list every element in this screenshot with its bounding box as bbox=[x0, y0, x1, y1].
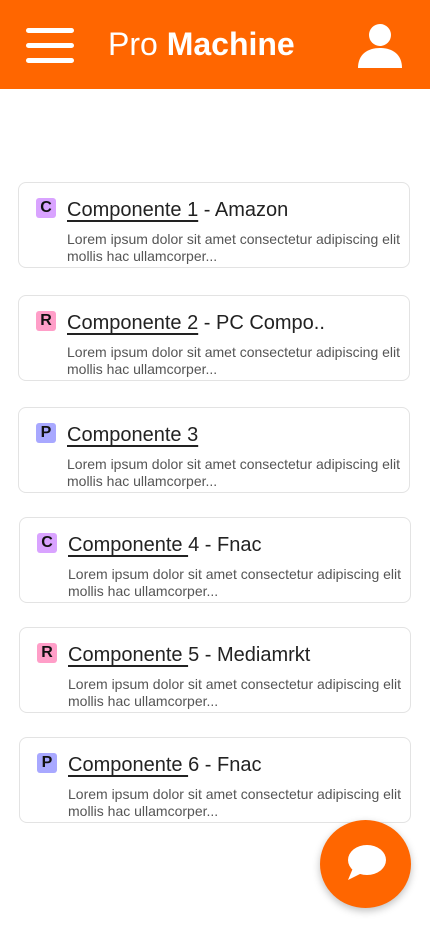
category-badge: P bbox=[37, 753, 57, 773]
card-description: Lorem ipsum dolor sit amet consectetur a… bbox=[68, 676, 402, 709]
card-title: Componente 3 bbox=[67, 422, 198, 448]
card-description: Lorem ipsum dolor sit amet consectetur a… bbox=[67, 344, 401, 377]
card-title: Componente 5 - Mediamrkt bbox=[68, 642, 310, 668]
card-description: Lorem ipsum dolor sit amet consectetur a… bbox=[68, 566, 402, 599]
card-description: Lorem ipsum dolor sit amet consectetur a… bbox=[67, 456, 401, 489]
component-link[interactable]: Componente bbox=[68, 754, 188, 776]
app-title-bold: Machine bbox=[166, 26, 295, 62]
list-item[interactable]: R Componente 5 - Mediamrkt Lorem ipsum d… bbox=[19, 627, 411, 713]
store-label: 4 - Fnac bbox=[188, 534, 262, 556]
component-link[interactable]: Componente 1 bbox=[67, 199, 198, 221]
store-label: 5 - Mediamrkt bbox=[188, 644, 311, 666]
store-label: 6 - Fnac bbox=[188, 754, 262, 776]
card-title: Componente 4 - Fnac bbox=[68, 532, 261, 558]
chat-button[interactable] bbox=[320, 820, 411, 908]
card-title: Componente 6 - Fnac bbox=[68, 752, 261, 778]
user-icon[interactable] bbox=[356, 22, 404, 70]
hamburger-menu-icon[interactable] bbox=[26, 28, 74, 64]
chat-bubble-icon bbox=[348, 845, 386, 880]
card-title: Componente 1 - Amazon bbox=[67, 197, 288, 223]
list-item[interactable]: C Componente 4 - Fnac Lorem ipsum dolor … bbox=[19, 517, 411, 603]
store-label: - Amazon bbox=[198, 199, 289, 221]
category-badge: P bbox=[36, 423, 56, 443]
list-item[interactable]: P Componente 3 Lorem ipsum dolor sit ame… bbox=[18, 407, 410, 493]
component-link[interactable]: Componente bbox=[68, 644, 188, 666]
card-description: Lorem ipsum dolor sit amet consectetur a… bbox=[67, 231, 401, 264]
store-label: - PC Compo.. bbox=[198, 312, 325, 334]
component-link[interactable]: Componente 2 bbox=[67, 312, 198, 334]
card-description: Lorem ipsum dolor sit amet consectetur a… bbox=[68, 786, 402, 819]
category-badge: R bbox=[36, 311, 56, 331]
list-item[interactable]: C Componente 1 - Amazon Lorem ipsum dolo… bbox=[18, 182, 410, 268]
card-title: Componente 2 - PC Compo.. bbox=[67, 310, 325, 336]
list-item[interactable]: P Componente 6 - Fnac Lorem ipsum dolor … bbox=[19, 737, 411, 823]
app-title-light: Pro bbox=[108, 26, 158, 62]
category-badge: C bbox=[36, 198, 56, 218]
component-link[interactable]: Componente bbox=[68, 534, 188, 556]
app-title: Pro Machine bbox=[108, 24, 295, 64]
component-link[interactable]: Componente 3 bbox=[67, 424, 198, 446]
list-item[interactable]: R Componente 2 - PC Compo.. Lorem ipsum … bbox=[18, 295, 410, 381]
category-badge: C bbox=[37, 533, 57, 553]
category-badge: R bbox=[37, 643, 57, 663]
app-header: Pro Machine bbox=[0, 0, 430, 89]
